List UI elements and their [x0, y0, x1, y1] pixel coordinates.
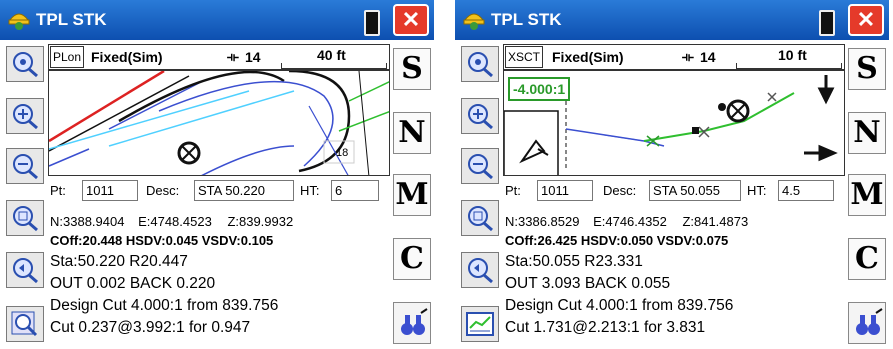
zoom-in-icon [13, 104, 38, 130]
zoom-window-icon [13, 206, 38, 232]
zoom-previous-button[interactable] [461, 252, 499, 288]
title-bar: TPL STK ✕ [0, 0, 434, 40]
cut-line: Cut 1.731@2.213:1 for 3.831 [505, 319, 706, 336]
binoculars-button[interactable] [848, 302, 886, 344]
coordinates-line: N:3388.9404 E:4748.4523 Z:839.9932 [50, 214, 293, 229]
satellite-count: 14 [700, 49, 716, 65]
easting-value: E:4748.4523 [138, 214, 212, 229]
map-scale-label: 40 ft [317, 47, 346, 63]
ht-label: HT: [747, 183, 767, 198]
map-mode-toggle[interactable]: XSCT [505, 46, 544, 68]
zoom-realtime-button[interactable] [6, 306, 44, 342]
northing-value: N:3388.9404 [50, 214, 125, 229]
stake-button[interactable]: S [848, 48, 886, 90]
zoom-previous-icon [13, 258, 38, 284]
zoom-out-button[interactable] [6, 148, 44, 184]
binoculars-icon [856, 308, 883, 335]
cross-section-icon [466, 312, 494, 336]
northing-value: N:3386.8529 [505, 214, 580, 229]
pt-label: Pt: [505, 183, 521, 198]
out-back-line: OUT 0.002 BACK 0.220 [50, 275, 216, 292]
pt-label: Pt: [50, 183, 66, 198]
zoom-out-icon [13, 154, 38, 180]
right-screen: TPL STK ✕ XSCT Fixed(Sim) ⟛ 14 10 ft -4.… [455, 0, 889, 349]
station-line: Sta:50.055 R23.331 [505, 253, 643, 270]
offset-deviation-line: COff:20.448 HSDV:0.045 VSDV:0.105 [50, 233, 274, 248]
satellite-icon: ⟛ [227, 49, 239, 64]
map-status-bar: PLon Fixed(Sim) ⟛ 14 40 ft [48, 44, 390, 70]
zoom-in-button[interactable] [461, 98, 499, 134]
zoom-previous-button[interactable] [6, 252, 44, 288]
zoom-out-icon [468, 154, 493, 180]
title-bar: TPL STK ✕ [455, 0, 889, 40]
cut-line: Cut 0.237@3.992:1 for 0.947 [50, 319, 251, 336]
battery-icon [364, 10, 380, 36]
desc-label: Desc: [603, 183, 637, 198]
menu-button[interactable]: M [393, 174, 431, 216]
ht-field[interactable]: 6 [331, 180, 379, 201]
zoom-extents-icon [13, 52, 38, 78]
pt-field[interactable]: 1011 [537, 180, 593, 201]
zoom-realtime-icon [11, 311, 38, 337]
window-title: TPL STK [491, 10, 562, 29]
map-mode-toggle[interactable]: PLon [50, 46, 85, 68]
satellite-icon: ⟛ [682, 49, 694, 64]
map-scale-bar [736, 63, 842, 69]
app-logo-icon [463, 13, 485, 30]
cross-section-button[interactable] [461, 306, 499, 342]
map-scale-bar [281, 63, 387, 69]
north-button[interactable]: N [393, 112, 431, 154]
app-logo-icon [8, 13, 30, 30]
pt-field[interactable]: 1011 [82, 180, 138, 201]
zoom-in-button[interactable] [6, 98, 44, 134]
close-button[interactable]: ✕ [848, 4, 884, 36]
zoom-extents-icon [468, 52, 493, 78]
elevation-value: Z:841.4873 [682, 214, 749, 229]
desc-field[interactable]: STA 50.220 [194, 180, 294, 201]
elevation-value: Z:839.9932 [227, 214, 294, 229]
zoom-extents-button[interactable] [461, 46, 499, 82]
easting-value: E:4746.4352 [593, 214, 667, 229]
zoom-in-icon [468, 104, 493, 130]
zoom-window-button[interactable] [461, 200, 499, 236]
left-screen: TPL STK ✕ PLon Fixed(Sim) ⟛ 14 40 ft 18 … [0, 0, 434, 349]
map-view[interactable]: 18 [48, 70, 390, 176]
window-title: TPL STK [36, 10, 107, 29]
map-drawing [49, 71, 389, 175]
design-cut-line: Design Cut 4.000:1 from 839.756 [50, 297, 279, 314]
binoculars-button[interactable] [393, 302, 431, 344]
desc-label: Desc: [146, 183, 180, 198]
ht-field[interactable]: 4.5 [778, 180, 834, 201]
zoom-window-button[interactable] [6, 200, 44, 236]
satellite-count: 14 [245, 49, 261, 65]
zoom-extents-button[interactable] [6, 46, 44, 82]
close-button[interactable]: ✕ [393, 4, 429, 36]
out-back-line: OUT 3.093 BACK 0.055 [505, 275, 671, 292]
grade-readout: -4.000:1 [508, 77, 571, 101]
stake-button[interactable]: S [393, 48, 431, 90]
map-scale-label: 10 ft [778, 47, 807, 63]
zoom-previous-icon [468, 258, 493, 284]
gps-fix-status: Fixed(Sim) [552, 49, 624, 65]
coordinates-line: N:3386.8529 E:4746.4352 Z:841.4873 [505, 214, 748, 229]
desc-field[interactable]: STA 50.055 [649, 180, 741, 201]
center-button[interactable]: C [848, 238, 886, 280]
zoom-out-button[interactable] [461, 148, 499, 184]
cross-section-view[interactable]: -4.000:1 [503, 70, 845, 176]
center-button[interactable]: C [393, 238, 431, 280]
design-cut-line: Design Cut 4.000:1 from 839.756 [505, 297, 734, 314]
zoom-window-icon [468, 206, 493, 232]
point-row: Pt: 1011 Desc: STA 50.220 HT: 6 [48, 178, 390, 204]
point-row: Pt: 1011 Desc: STA 50.055 HT: 4.5 [503, 178, 845, 204]
binoculars-icon [401, 308, 428, 335]
menu-button[interactable]: M [848, 174, 886, 216]
station-line: Sta:50.220 R20.447 [50, 253, 188, 270]
battery-icon [819, 10, 835, 36]
gps-fix-status: Fixed(Sim) [91, 49, 163, 65]
map-status-bar: XSCT Fixed(Sim) ⟛ 14 10 ft [503, 44, 845, 70]
north-button[interactable]: N [848, 112, 886, 154]
map-number-label: 18 [336, 147, 349, 159]
offset-deviation-line: COff:26.425 HSDV:0.050 VSDV:0.075 [505, 233, 729, 248]
ht-label: HT: [300, 183, 320, 198]
